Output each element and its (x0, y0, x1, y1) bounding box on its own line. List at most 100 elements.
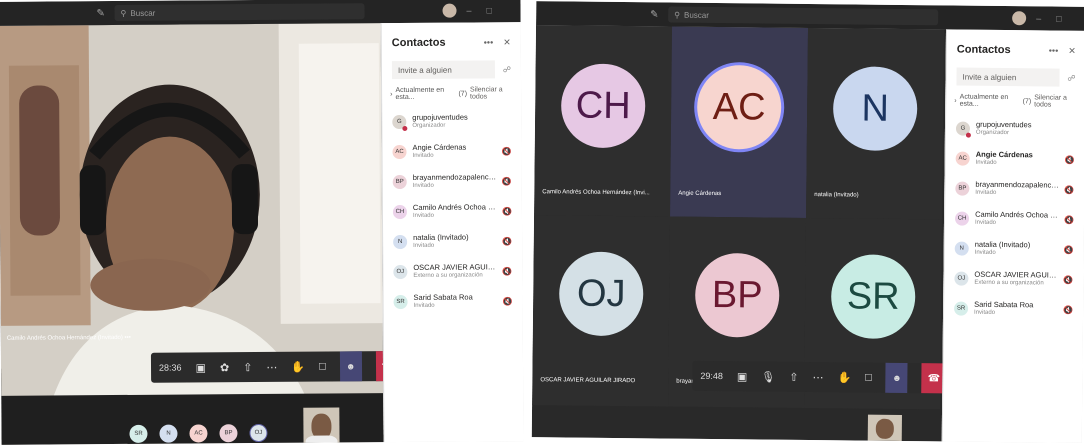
maximize-icon[interactable]: □ (1056, 14, 1062, 24)
share-link-icon[interactable]: ☍ (503, 65, 511, 74)
raise-hand-icon[interactable]: ✋ (291, 360, 305, 373)
mic-muted-icon[interactable]: 🔇 (503, 297, 513, 306)
panel-more-icon[interactable]: ••• (1049, 45, 1059, 56)
mic-icon[interactable]: 🎙 (761, 370, 775, 383)
participant-info: OSCAR JAVIER AGUILAR JIR...Externo a su … (974, 270, 1059, 289)
participant-info: Camilo Andrés Ochoa Hernández... Invitado (413, 202, 498, 221)
collapse-chevron-icon: › (954, 97, 957, 105)
user-avatar[interactable] (1012, 11, 1027, 26)
collapse-chevron-icon: › (390, 90, 393, 98)
strip-avatar[interactable]: AC (189, 424, 208, 443)
close-icon[interactable]: ✕ (1068, 45, 1076, 56)
strip-avatar[interactable]: BP (219, 424, 238, 443)
panel-title: Contactos (391, 36, 446, 50)
participant-role: Invitado (974, 219, 997, 226)
video-tile[interactable]: CH Camilo Andrés Ochoa Hernández (Invi... (534, 25, 673, 217)
mic-muted-icon[interactable]: 🔇 (502, 147, 512, 156)
more-options-icon[interactable]: ••• (125, 335, 131, 341)
camera-icon[interactable]: ▣ (737, 370, 748, 383)
mic-muted-icon[interactable]: ✿ (220, 361, 229, 374)
section-header[interactable]: › Actualmente en esta... (7) Silenciar a… (946, 93, 1084, 109)
video-tile[interactable]: OJ OSCAR JAVIER AGUILAR JIRADO (532, 215, 671, 407)
share-link-icon[interactable]: ☍ (1067, 73, 1075, 82)
more-actions-icon[interactable]: ⋯ (266, 360, 277, 373)
participant-role: Invitado (413, 302, 435, 309)
maximize-icon[interactable]: □ (486, 5, 492, 15)
video-tile[interactable]: AC Angie Cárdenas (670, 26, 809, 218)
minimize-icon[interactable]: – (466, 6, 471, 16)
participant-row[interactable]: BP brayanmendozapalencia@g... Invitado 🔇 (383, 166, 522, 197)
section-count: (7) (1022, 97, 1032, 105)
participant-row[interactable]: Ggrupojuventudes Organizador (382, 106, 521, 137)
mic-muted-icon[interactable]: 🔇 (1064, 185, 1074, 194)
participant-info: Angie Cárdenas Invitado (976, 150, 1061, 169)
contacts-panel: Contactos ••• ✕ Invite a alguien ☍ › Act… (380, 22, 524, 443)
participant-row[interactable]: SR Sarid Sabata Roa Invitado 🔇 (944, 293, 1083, 324)
raise-hand-icon[interactable]: ✋ (837, 371, 851, 384)
mic-muted-icon[interactable]: 🔇 (502, 267, 512, 276)
search-box[interactable]: ⚲ Buscar (114, 3, 365, 22)
participant-avatar: OJ (393, 264, 408, 280)
chat-icon[interactable]: □ (865, 372, 872, 384)
compose-icon[interactable]: ✎ (650, 9, 659, 20)
participant-row[interactable]: AC Angie Cárdenas Invitado 🔇 (382, 136, 521, 167)
participant-info: Camilo Andrés Ochoa Herná... Invitado (975, 210, 1060, 229)
mute-all-link[interactable]: Silenciar a todos (1034, 94, 1077, 108)
participant-row[interactable]: SR Sarid Sabata Roa Invitado 🔇 (383, 286, 522, 317)
participant-row[interactable]: Nnatalia (Invitado) Invitado 🔇 (383, 226, 522, 257)
strip-avatar[interactable]: OJ (249, 423, 268, 443)
participant-row[interactable]: OJ OSCAR JAVIER AGUILAR JI...Externo a su… (383, 256, 522, 287)
close-icon[interactable]: ✕ (503, 37, 511, 48)
minimize-icon[interactable]: – (1036, 13, 1041, 23)
strip-avatar[interactable]: N (159, 424, 178, 443)
mic-muted-icon[interactable]: 🔇 (502, 207, 512, 216)
invite-input[interactable]: Invite a alguien (391, 60, 495, 80)
chat-icon[interactable]: □ (319, 361, 326, 373)
search-box[interactable]: ⚲ Buscar (668, 6, 939, 26)
contacts-panel: Contactos ••• ✕ Invite a alguien ☍ › Act… (941, 29, 1084, 443)
share-screen-icon[interactable]: ⇧ (789, 370, 798, 383)
compose-icon[interactable]: ✎ (97, 8, 105, 19)
mic-muted-icon[interactable]: 🔇 (1064, 215, 1074, 224)
participant-name: Camilo Andrés Ochoa Hernández... (412, 202, 498, 212)
search-icon: ⚲ (674, 10, 681, 20)
tile-name: Angie Cárdenas (678, 190, 722, 198)
participant-row[interactable]: Nnatalia (Invitado) Invitado 🔇 (945, 233, 1084, 264)
participant-row[interactable]: OJ OSCAR JAVIER AGUILAR JIR...Externo a s… (944, 263, 1083, 294)
tile-name: natalia (Invitado) (814, 192, 859, 199)
mic-muted-icon[interactable]: 🔇 (1064, 245, 1074, 254)
panel-more-icon[interactable]: ••• (484, 37, 494, 48)
mic-muted-icon[interactable]: 🔇 (1065, 155, 1075, 164)
camera-icon[interactable]: ▣ (196, 361, 206, 374)
invite-input[interactable]: Invite a alguien (956, 67, 1060, 87)
participant-row[interactable]: CH Camilo Andrés Ochoa Hernández... Invita… (383, 196, 522, 227)
participant-row[interactable]: AC Angie Cárdenas Invitado 🔇 (946, 143, 1084, 174)
share-screen-icon[interactable]: ⇧ (243, 361, 252, 374)
section-label: Actualmente en esta... (395, 86, 445, 102)
tile-avatar: SR (830, 254, 916, 340)
participant-role: Externo a su organización (413, 272, 483, 279)
participant-row[interactable]: BP brayanmendozapalencia@g... Invitado 🔇 (945, 173, 1084, 204)
participant-name: OSCAR JAVIER AGUILAR JI... (413, 262, 499, 272)
call-timer: 28:36 (158, 362, 182, 373)
participant-role: Invitado (974, 249, 996, 256)
user-avatar[interactable] (442, 3, 457, 18)
mic-muted-icon[interactable]: 🔇 (502, 177, 512, 186)
participant-avatar: AC (392, 144, 407, 160)
participants-icon[interactable]: ☻ (339, 351, 362, 382)
participants-icon[interactable]: ☻ (885, 362, 909, 394)
section-header[interactable]: › Actualmente en esta... (7) Silenciar a… (382, 86, 521, 101)
participant-row[interactable]: CH Camilo Andrés Ochoa Herná... Invitado 🔇 (945, 203, 1084, 234)
participant-avatar: BP (955, 181, 970, 196)
mic-muted-icon[interactable]: 🔇 (1063, 275, 1073, 284)
participant-role: Organizador (412, 122, 446, 129)
participant-role: Invitado (975, 159, 997, 166)
more-actions-icon[interactable]: ⋯ (812, 371, 823, 384)
participant-row[interactable]: Ggrupojuventudes Organizador (946, 113, 1084, 144)
mic-muted-icon[interactable]: 🔇 (502, 237, 512, 246)
strip-avatar[interactable]: SR (129, 424, 148, 443)
video-tile[interactable]: Nnatalia (Invitado) (806, 27, 945, 220)
participant-info: grupojuventudes Organizador (412, 112, 511, 131)
mute-all-link[interactable]: Silenciar a todos (470, 86, 513, 100)
mic-muted-icon[interactable]: 🔇 (1063, 305, 1073, 314)
